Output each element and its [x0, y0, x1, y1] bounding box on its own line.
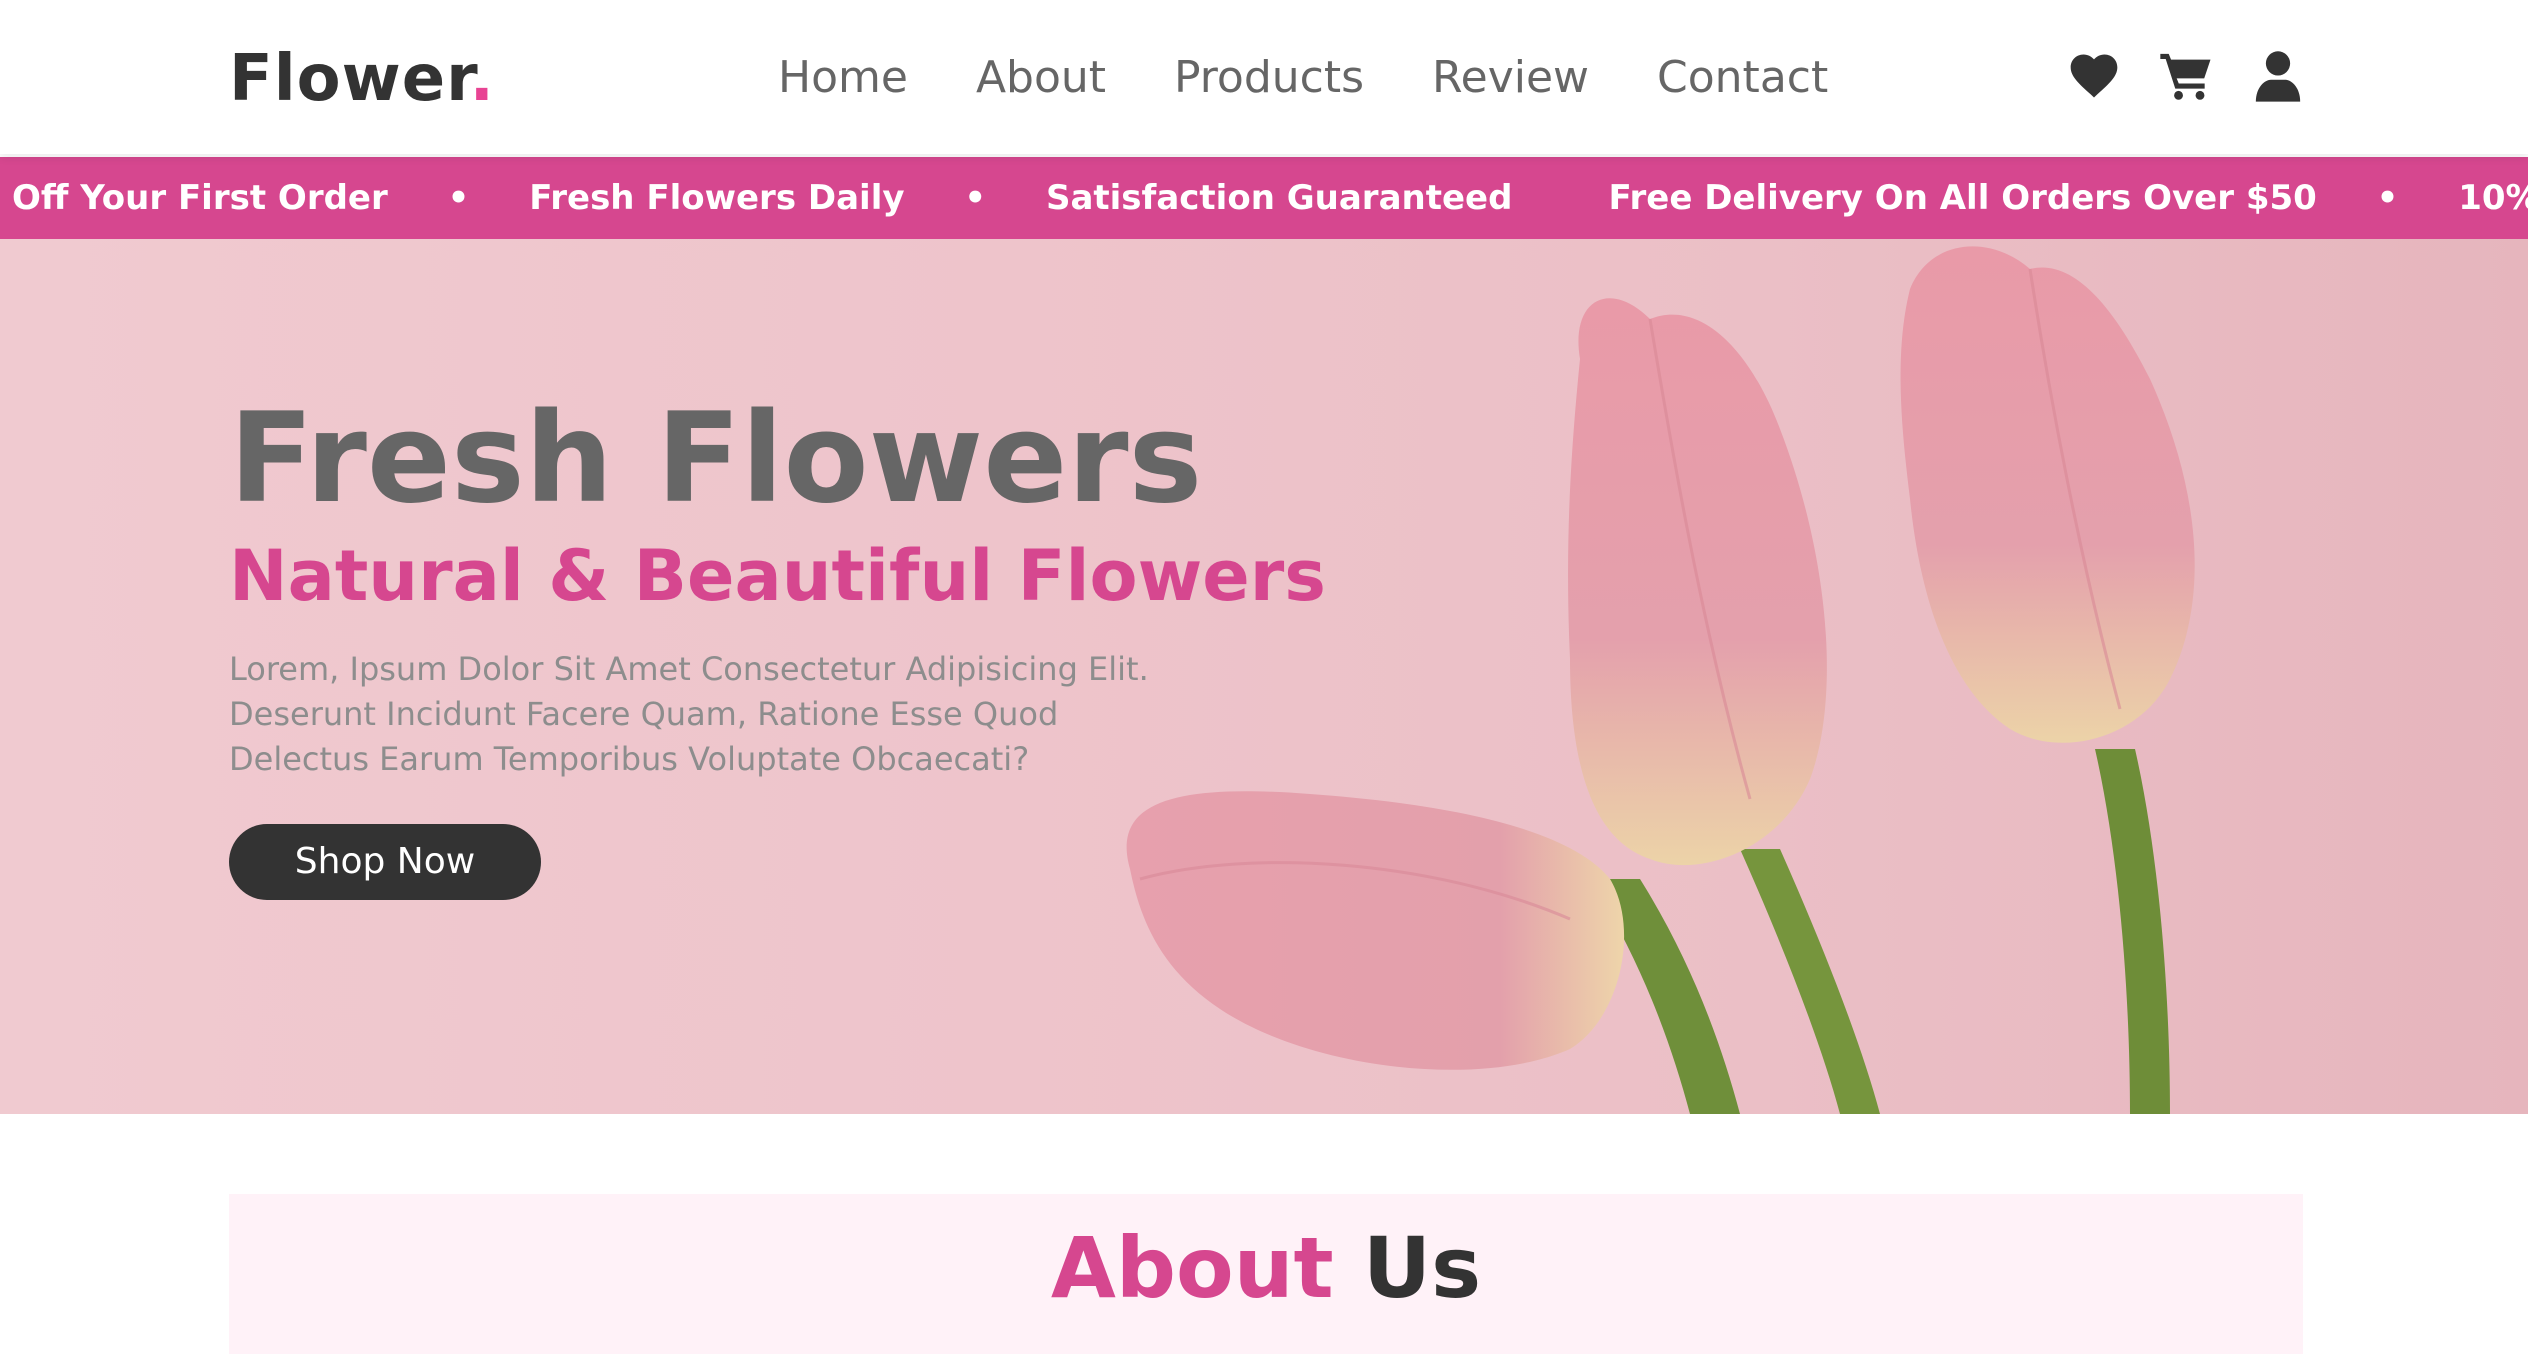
site-header: Flower. Home About Products Review Conta…	[0, 0, 2528, 154]
marquee-segment-2: Free Delivery On All Orders Over $50 • 1…	[1608, 178, 2528, 218]
hero-section: Fresh Flowers Natural & Beautiful Flower…	[0, 239, 2528, 1114]
marquee-track: Off Your First Order • Fresh Flowers Dai…	[12, 157, 2528, 239]
nav-link-products[interactable]: Products	[1174, 48, 1364, 108]
nav-link-contact[interactable]: Contact	[1657, 48, 1828, 108]
user-icon[interactable]	[2250, 48, 2306, 104]
site-logo[interactable]: Flower.	[229, 42, 495, 116]
nav-link-review[interactable]: Review	[1432, 48, 1589, 108]
heart-icon[interactable]	[2066, 48, 2122, 104]
marquee-item: Free Delivery On All Orders Over $50	[1608, 178, 2317, 218]
marquee-item: Satisfaction Guaranteed	[1045, 178, 1513, 218]
hero-subtitle: Natural & Beautiful Flowers	[229, 535, 1326, 617]
nav-link-about[interactable]: About	[976, 48, 1106, 108]
marquee-segment-1: Off Your First Order • Fresh Flowers Dai…	[12, 178, 1560, 218]
about-section: About Us	[229, 1194, 2303, 1354]
promo-marquee: Off Your First Order • Fresh Flowers Dai…	[0, 157, 2528, 239]
marquee-item: 10% Off Your First Order	[2458, 178, 2528, 218]
logo-text: Flower	[229, 42, 470, 116]
shopping-cart-icon[interactable]	[2158, 48, 2214, 104]
marquee-separator: •	[447, 178, 470, 218]
about-heading-rest: Us	[1362, 1219, 1482, 1317]
hero-description: Lorem, Ipsum Dolor Sit Amet Consectetur …	[229, 650, 1149, 778]
nav-link-home[interactable]: Home	[778, 48, 908, 108]
header-icons	[2066, 48, 2306, 104]
marquee-separator: •	[2376, 178, 2399, 218]
shop-now-button[interactable]: Shop Now	[229, 824, 541, 900]
marquee-separator: •	[964, 178, 987, 218]
marquee-item: Fresh Flowers Daily	[529, 178, 905, 218]
about-heading: About Us	[229, 1218, 2303, 1318]
hero-title: Fresh Flowers	[229, 387, 1203, 531]
about-heading-accent: About	[1050, 1219, 1334, 1317]
logo-dot: .	[469, 42, 495, 116]
main-nav: Home About Products Review Contact	[778, 48, 1896, 108]
marquee-item: Off Your First Order	[12, 178, 388, 218]
hero-content: Fresh Flowers Natural & Beautiful Flower…	[229, 389, 1329, 900]
